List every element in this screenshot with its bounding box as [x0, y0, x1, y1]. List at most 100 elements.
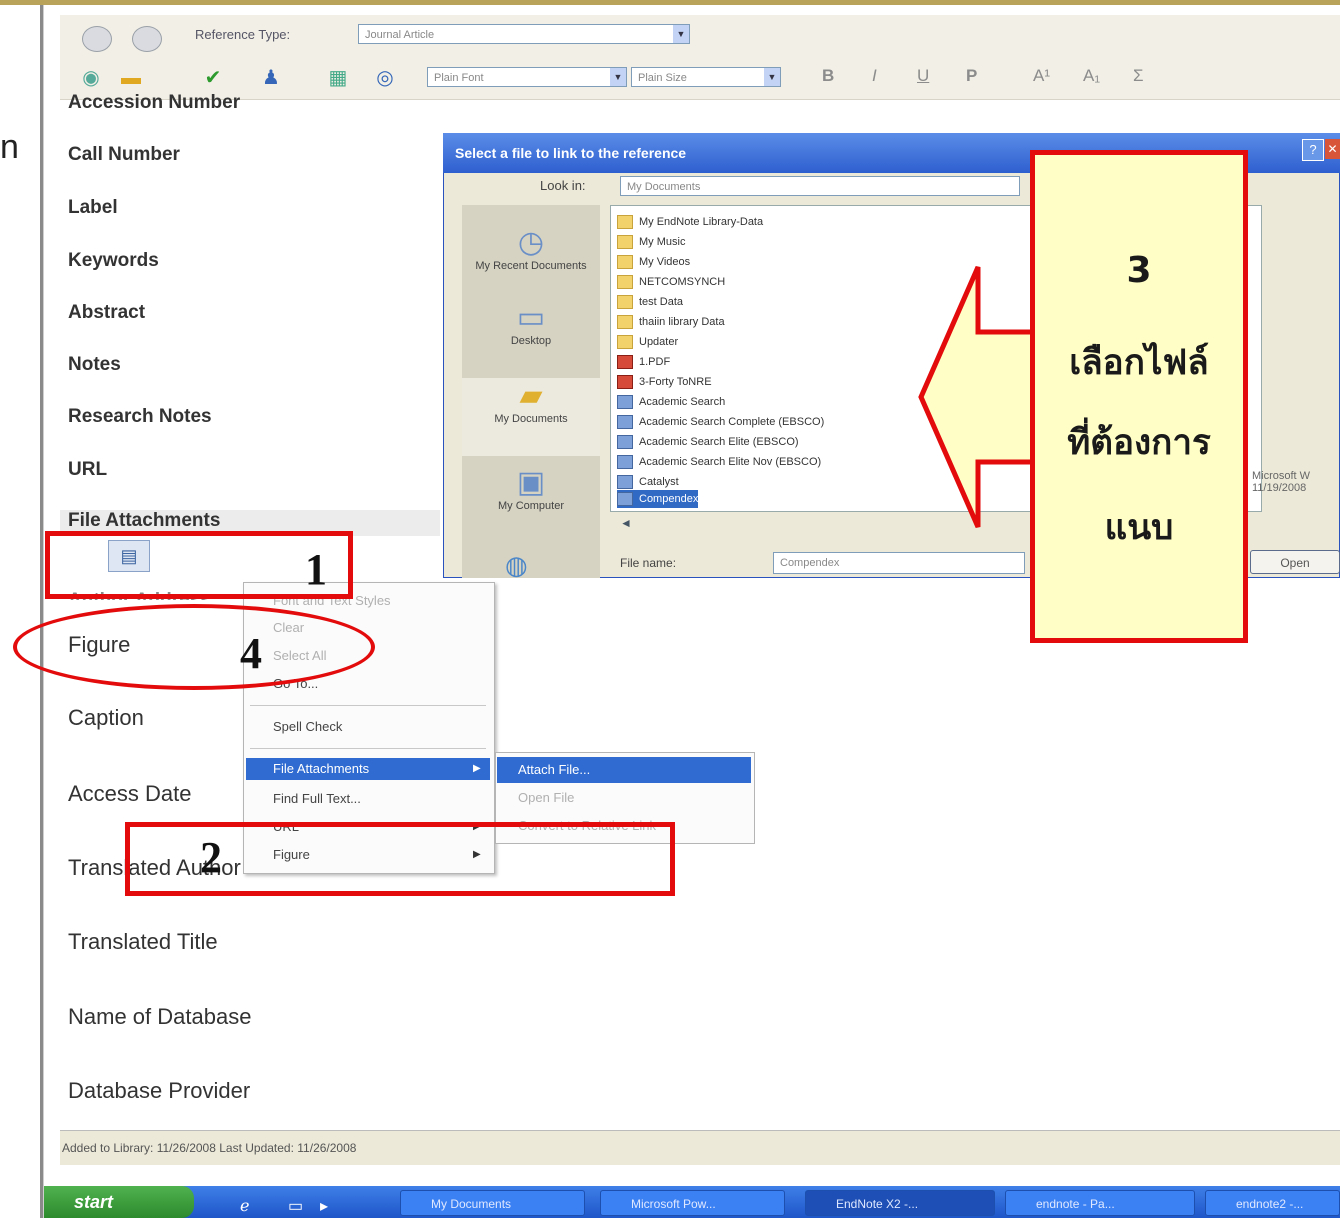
reference-type-select[interactable]: Journal Article ▼: [358, 24, 690, 44]
recent-documents-icon: ◷: [517, 226, 545, 259]
file-item-label: test Data: [639, 296, 684, 308]
size-value: Plain Size: [638, 72, 687, 84]
file-item[interactable]: Updater: [617, 333, 678, 351]
file-item[interactable]: Academic Search Elite Nov (EBSCO): [617, 453, 821, 471]
media-quicklaunch-icon[interactable]: ▸: [320, 1196, 328, 1216]
subscript-button[interactable]: A₁: [1083, 66, 1100, 86]
attach-icon[interactable]: ▦: [325, 66, 351, 90]
field-file-attachments[interactable]: File Attachments: [68, 510, 220, 532]
file-item-label: Updater: [639, 336, 679, 348]
file-item[interactable]: test Data: [617, 293, 683, 311]
place-my-recent-documents[interactable]: ◷ My Recent Documents: [462, 225, 600, 272]
scroll-left-arrow-icon[interactable]: ◄: [620, 516, 650, 532]
file-item[interactable]: 3-Forty ToNRE: [617, 373, 712, 391]
file-item[interactable]: Catalyst: [617, 473, 679, 491]
field-name-of-database[interactable]: Name of Database: [68, 1004, 251, 1030]
folder-icon: [617, 315, 633, 330]
submenu-open-file[interactable]: Open File: [518, 787, 574, 809]
field-call-number[interactable]: Call Number: [68, 144, 180, 166]
menu-item-spell-check[interactable]: Spell Check: [273, 716, 342, 738]
submenu-attach-file[interactable]: Attach File...: [518, 759, 590, 781]
field-accession-number[interactable]: Accession Number: [68, 92, 240, 108]
forward-button[interactable]: [132, 26, 162, 52]
file-item[interactable]: 1.PDF: [617, 353, 670, 371]
file-item-selected[interactable]: Compendex: [617, 490, 699, 508]
superscript-button[interactable]: A¹: [1033, 66, 1050, 86]
file-item-label: 3-Forty ToNRE: [639, 376, 712, 388]
file-item[interactable]: Academic Search Elite (EBSCO): [617, 433, 799, 451]
my-computer-icon: ▣: [516, 466, 546, 499]
network-places-icon[interactable]: ◍: [505, 550, 528, 581]
file-item[interactable]: Academic Search: [617, 393, 725, 411]
file-date-text: 11/19/2008: [1252, 482, 1307, 494]
file-item[interactable]: Academic Search Complete (EBSCO): [617, 413, 824, 431]
globe-icon[interactable]: ◉: [78, 66, 104, 90]
menu-item-find-full-text[interactable]: Find Full Text...: [273, 788, 361, 810]
person-icon[interactable]: ♟: [258, 66, 284, 90]
close-icon[interactable]: ✕: [1325, 139, 1340, 159]
start-button[interactable]: start: [44, 1186, 194, 1218]
file-item[interactable]: My EndNote Library-Data: [617, 213, 763, 231]
file-item-label: Academic Search Complete (EBSCO): [639, 416, 825, 428]
file-item[interactable]: thaiin library Data: [617, 313, 725, 331]
place-desktop[interactable]: ▭ Desktop: [462, 300, 600, 347]
callout-line-3: แนบ: [1104, 508, 1174, 548]
look-in-select[interactable]: My Documents: [620, 176, 1020, 196]
taskbar-button-endnote2[interactable]: endnote2 -...: [1205, 1190, 1340, 1216]
folder-icon: [617, 295, 633, 310]
ie-quicklaunch-icon[interactable]: ℯ: [240, 1196, 249, 1216]
folder-icon: [617, 255, 633, 270]
menu-separator: [250, 748, 486, 749]
pdf-file-icon: [617, 375, 633, 390]
file-item-label: Catalyst: [639, 476, 679, 488]
folder-icon[interactable]: ▬: [118, 66, 144, 90]
field-url[interactable]: URL: [68, 459, 107, 481]
file-item[interactable]: My Music: [617, 233, 685, 251]
document-file-icon: [617, 435, 633, 450]
file-item[interactable]: My Videos: [617, 253, 690, 271]
left-arrow-icon: [918, 265, 1038, 529]
open-button[interactable]: Open: [1250, 550, 1340, 574]
font-select[interactable]: Plain Font ▼: [427, 67, 627, 87]
taskbar-button-endnote[interactable]: EndNote X2 -...: [805, 1190, 995, 1216]
symbol-button[interactable]: Σ: [1133, 66, 1144, 86]
menu-item-file-attachments[interactable]: File Attachments: [273, 758, 369, 780]
step-1-number: 1: [305, 545, 327, 594]
field-caption[interactable]: Caption: [68, 705, 144, 731]
place-label: My Recent Documents: [475, 260, 587, 272]
plain-button[interactable]: P: [966, 66, 977, 86]
field-access-date[interactable]: Access Date: [68, 781, 192, 807]
field-label[interactable]: Label: [68, 197, 118, 219]
field-abstract[interactable]: Abstract: [68, 302, 145, 324]
desktop-quicklaunch-icon[interactable]: ▭: [288, 1196, 303, 1216]
font-value: Plain Font: [434, 72, 484, 84]
field-database-provider[interactable]: Database Provider: [68, 1078, 250, 1104]
file-name-input[interactable]: Compendex: [773, 552, 1025, 574]
file-item[interactable]: NETCOMSYNCH: [617, 273, 725, 291]
my-documents-folder-icon: ▰: [519, 379, 543, 412]
taskbar-button-my-documents[interactable]: My Documents: [400, 1190, 585, 1216]
file-name-value: Compendex: [780, 557, 840, 569]
file-item-label: 1.PDF: [639, 356, 671, 368]
step-2-number: 2: [200, 833, 222, 882]
field-research-notes[interactable]: Research Notes: [68, 406, 212, 428]
folder-icon: [617, 335, 633, 350]
taskbar-button-endnote-paint[interactable]: endnote - Pa...: [1005, 1190, 1195, 1216]
bold-button[interactable]: B: [822, 66, 834, 86]
place-label: Desktop: [510, 335, 552, 347]
field-notes[interactable]: Notes: [68, 354, 121, 376]
check-icon[interactable]: ✔: [200, 66, 226, 90]
field-translated-title[interactable]: Translated Title: [68, 929, 218, 955]
underline-button[interactable]: U: [917, 66, 929, 86]
eye-icon[interactable]: ◎: [372, 66, 398, 90]
place-my-documents[interactable]: ▰ My Documents: [462, 378, 600, 456]
field-keywords[interactable]: Keywords: [68, 250, 159, 272]
size-select[interactable]: Plain Size ▼: [631, 67, 781, 87]
file-item-label: My Videos: [639, 256, 691, 268]
back-button[interactable]: [82, 26, 112, 52]
file-item-label: My Music: [639, 236, 686, 248]
place-my-computer[interactable]: ▣ My Computer: [462, 465, 600, 512]
taskbar-button-powerpoint[interactable]: Microsoft Pow...: [600, 1190, 785, 1216]
help-icon[interactable]: ?: [1302, 139, 1324, 161]
italic-button[interactable]: I: [872, 66, 877, 86]
